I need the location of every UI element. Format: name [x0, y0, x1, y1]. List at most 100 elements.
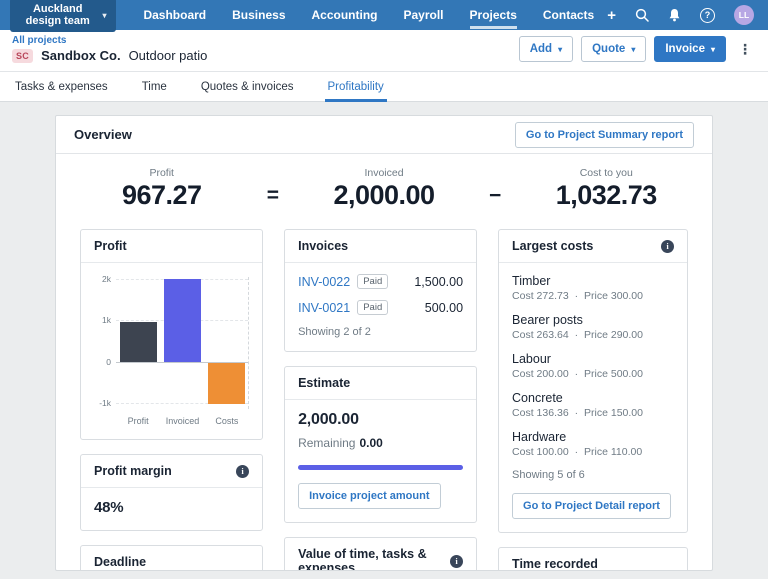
nav-item[interactable]: Projects [457, 0, 530, 30]
profit-margin-card: Profit margin i 48% [80, 454, 264, 531]
equation-cost: Cost to you 1,032.73 [531, 167, 681, 211]
nav-item[interactable]: Business [219, 0, 298, 30]
profit-chart-yaxis: 2k 1k 0 -1k [94, 274, 116, 409]
top-navbar: Auckland design team ▾ Dashboard Busines… [0, 0, 768, 32]
cost-item-name: Concrete [512, 391, 563, 405]
cost-item: Hardware Cost 100.00 · Price 110.00 [512, 430, 674, 458]
cost-value: 263.64 [536, 329, 569, 341]
invoice-project-amount-button[interactable]: Invoice project amount [298, 483, 441, 509]
remaining-label: Remaining [298, 436, 356, 450]
remaining-value: 0.00 [359, 436, 383, 450]
dot-separator: · [574, 329, 579, 341]
tab[interactable]: Profitability [324, 72, 388, 102]
user-avatar[interactable]: LL [734, 5, 754, 25]
kebab-menu-icon[interactable]: ⋮ [734, 41, 756, 58]
notifications-bell-icon[interactable] [668, 8, 681, 22]
cost-item: Bearer posts Cost 263.64 · Price 290.00 [512, 313, 674, 341]
profit-label: Profit [149, 167, 174, 179]
cost-item-detail: Cost 200.00 · Price 500.00 [512, 368, 674, 380]
cards-grid: Profit 2k 1k 0 -1k Profit Invoiced Costs… [56, 227, 712, 571]
largest-costs-title: Largest costs [512, 239, 594, 253]
project-title-row: SC Sandbox Co. Outdoor patio [12, 48, 207, 63]
tab[interactable]: Tasks & expenses [12, 72, 111, 101]
equation-profit: Profit 967.27 [87, 167, 237, 211]
invoices-card: Invoices INV-0022 Paid 1,500.00 INV-0021… [284, 229, 478, 352]
left-column: Profit 2k 1k 0 -1k Profit Invoiced Costs… [80, 229, 264, 570]
profit-equation: Profit 967.27 = Invoiced 2,000.00 − Cost… [56, 154, 712, 227]
add-icon[interactable]: + [607, 8, 616, 23]
project-detail-report-button[interactable]: Go to Project Detail report [512, 493, 671, 519]
price-label: Price [584, 329, 608, 341]
cost-item-detail: Cost 272.73 · Price 300.00 [512, 290, 674, 302]
project-name: Outdoor patio [128, 48, 208, 63]
org-switcher-label: Auckland design team [25, 3, 90, 27]
profit-chart-card: Profit 2k 1k 0 -1k Profit Invoiced Costs [80, 229, 264, 440]
info-icon[interactable]: i [236, 464, 250, 478]
chevron-down-icon: ▾ [710, 44, 715, 54]
info-icon[interactable]: i [450, 554, 464, 568]
invoice-status-badge: Paid [357, 300, 389, 315]
org-switcher-button[interactable]: Auckland design team ▾ [10, 0, 117, 32]
middle-column: Invoices INV-0022 Paid 1,500.00 INV-0021… [284, 229, 478, 571]
add-button[interactable]: Add ▾ [518, 36, 574, 62]
invoices-footer: Showing 2 of 2 [298, 326, 371, 338]
info-icon[interactable]: i [661, 239, 675, 253]
estimate-remaining: Remaining 0.00 [298, 436, 463, 450]
invoices-card-header: Invoices [285, 230, 477, 263]
invoice-link[interactable]: INV-0022 [298, 275, 350, 289]
profit-chart-xlabels: Profit Invoiced Costs [94, 416, 249, 426]
help-icon[interactable]: ? [700, 7, 715, 23]
largest-costs-card: Largest costs i Timber Cost 272.73 · Pri… [498, 229, 689, 533]
profit-chart-card-header: Profit [81, 230, 263, 263]
value-time-title: Value of time, tasks & expenses [298, 547, 427, 571]
profit-value: 967.27 [121, 180, 202, 210]
estimate-amount: 2,000.00 [298, 411, 359, 428]
org-badge: SC [12, 48, 34, 63]
cost-item-name: Hardware [512, 430, 567, 444]
largest-costs-footer: Showing 5 of 6 [512, 469, 585, 481]
cost-item: Concrete Cost 136.36 · Price 150.00 [512, 391, 674, 419]
nav-item[interactable]: Dashboard [130, 0, 219, 30]
equation-invoiced: Invoiced 2,000.00 [309, 167, 459, 211]
invoice-amount: 1,500.00 [414, 274, 464, 289]
invoice-link[interactable]: INV-0021 [298, 301, 350, 315]
cost-item-detail: Cost 100.00 · Price 110.00 [512, 446, 674, 458]
invoice-status-badge: Paid [357, 274, 389, 289]
profit-margin-body: 48% [81, 488, 262, 530]
cost-item-name: Labour [512, 352, 551, 366]
estimate-title: Estimate [298, 376, 351, 390]
cost-value: 200.00 [536, 368, 569, 380]
bar-profit [119, 321, 157, 362]
right-column: Largest costs i Timber Cost 272.73 · Pri… [498, 229, 689, 570]
invoice-button[interactable]: Invoice ▾ [654, 36, 726, 62]
project-tabs: Tasks & expenses Time Quotes & invoices … [0, 72, 768, 102]
nav-item[interactable]: Payroll [391, 0, 457, 30]
zero-axis-line [116, 361, 249, 363]
nav-item[interactable]: Contacts [530, 0, 607, 30]
invoice-row: INV-0021 Paid 500.00 [298, 300, 463, 315]
x-tick-label: Costs [215, 416, 239, 426]
y-tick-label: -1k [99, 397, 111, 408]
overview-title: Overview [74, 127, 132, 142]
breadcrumb-all-projects[interactable]: All projects [12, 35, 207, 46]
value-time-card: Value of time, tasks & expenses i 2,000.… [284, 537, 478, 571]
tab[interactable]: Time [139, 72, 170, 101]
price-label: Price [584, 368, 608, 380]
cost-item: Labour Cost 200.00 · Price 500.00 [512, 352, 674, 380]
cost-label: Cost [512, 290, 534, 302]
cost-label: Cost [512, 329, 534, 341]
cost-label: Cost [512, 446, 534, 458]
deadline-title: Deadline [94, 555, 147, 569]
nav-item[interactable]: Accounting [299, 0, 391, 30]
bar-invoiced [163, 279, 201, 362]
invoice-amount: 500.00 [424, 300, 464, 315]
estimate-progress-bar [298, 465, 464, 470]
project-actions: Add ▾ Quote ▾ Invoice ▾ ⋮ [518, 36, 756, 62]
quote-button[interactable]: Quote ▾ [581, 36, 647, 62]
overview-panel: Overview Go to Project Summary report Pr… [55, 115, 713, 571]
search-icon[interactable] [635, 8, 649, 22]
bar-column [160, 277, 204, 409]
project-summary-report-button[interactable]: Go to Project Summary report [514, 121, 694, 148]
tab[interactable]: Quotes & invoices [198, 72, 297, 101]
profit-margin-value: 48% [94, 499, 124, 516]
